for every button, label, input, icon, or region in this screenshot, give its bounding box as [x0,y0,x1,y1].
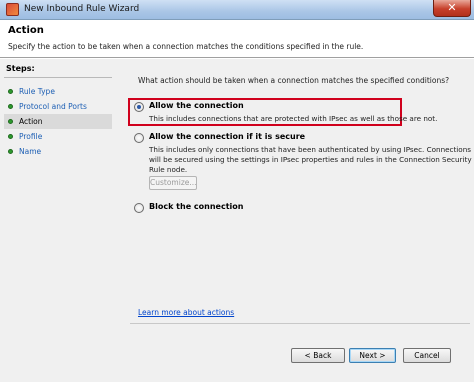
wizard-window: New Inbound Rule Wizard ✕ Action Specify… [0,0,474,382]
action-question: What action should be taken when a conne… [138,76,450,85]
option-label[interactable]: Allow the connection if it is secure [149,132,305,141]
back-button[interactable]: < Back [291,348,345,363]
step-label: Action [19,117,43,126]
step-rule-type[interactable]: Rule Type [4,84,112,99]
steps-title: Steps: [6,64,35,73]
step-label: Rule Type [19,87,55,96]
steps-divider [4,77,112,78]
allow-secure-radio[interactable] [134,133,144,143]
window-title: New Inbound Rule Wizard [24,4,140,14]
step-bullet-icon [8,149,13,154]
step-protocol-and-ports[interactable]: Protocol and Ports [4,99,112,114]
step-bullet-icon [8,134,13,139]
step-name[interactable]: Name [4,144,112,159]
firewall-icon [6,3,19,16]
step-bullet-icon [8,89,13,94]
wizard-header: Action Specify the action to be taken wh… [0,20,474,58]
page-description: Specify the action to be taken when a co… [8,42,364,51]
step-profile[interactable]: Profile [4,129,112,144]
steps-panel: Steps: Rule Type Protocol and Ports Acti… [4,63,112,159]
description-line: Rule node. [149,165,188,174]
customize-button[interactable]: Customize... [149,176,197,190]
cancel-button[interactable]: Cancel [403,348,451,363]
description-line: This includes only connections that have… [149,145,472,154]
footer-divider [130,323,470,324]
description-line: will be secured using the settings in IP… [149,155,472,164]
learn-more-link[interactable]: Learn more about actions [138,308,234,317]
step-label: Profile [19,132,43,141]
block-radio[interactable] [134,203,144,213]
option-description: This includes only connections that have… [149,145,472,175]
step-action[interactable]: Action [4,114,112,129]
option-description: This includes connections that are prote… [149,114,438,123]
option-label[interactable]: Allow the connection [149,101,244,110]
close-button[interactable]: ✕ [433,0,471,17]
step-bullet-icon [8,119,13,124]
title-bar[interactable]: New Inbound Rule Wizard ✕ [0,0,474,20]
allow-radio[interactable] [134,102,144,112]
option-label[interactable]: Block the connection [149,202,243,211]
next-button[interactable]: Next > [349,348,396,363]
step-label: Protocol and Ports [19,102,87,111]
step-label: Name [19,147,42,156]
page-title: Action [8,25,44,36]
step-bullet-icon [8,104,13,109]
wizard-content: Steps: Rule Type Protocol and Ports Acti… [0,59,474,382]
